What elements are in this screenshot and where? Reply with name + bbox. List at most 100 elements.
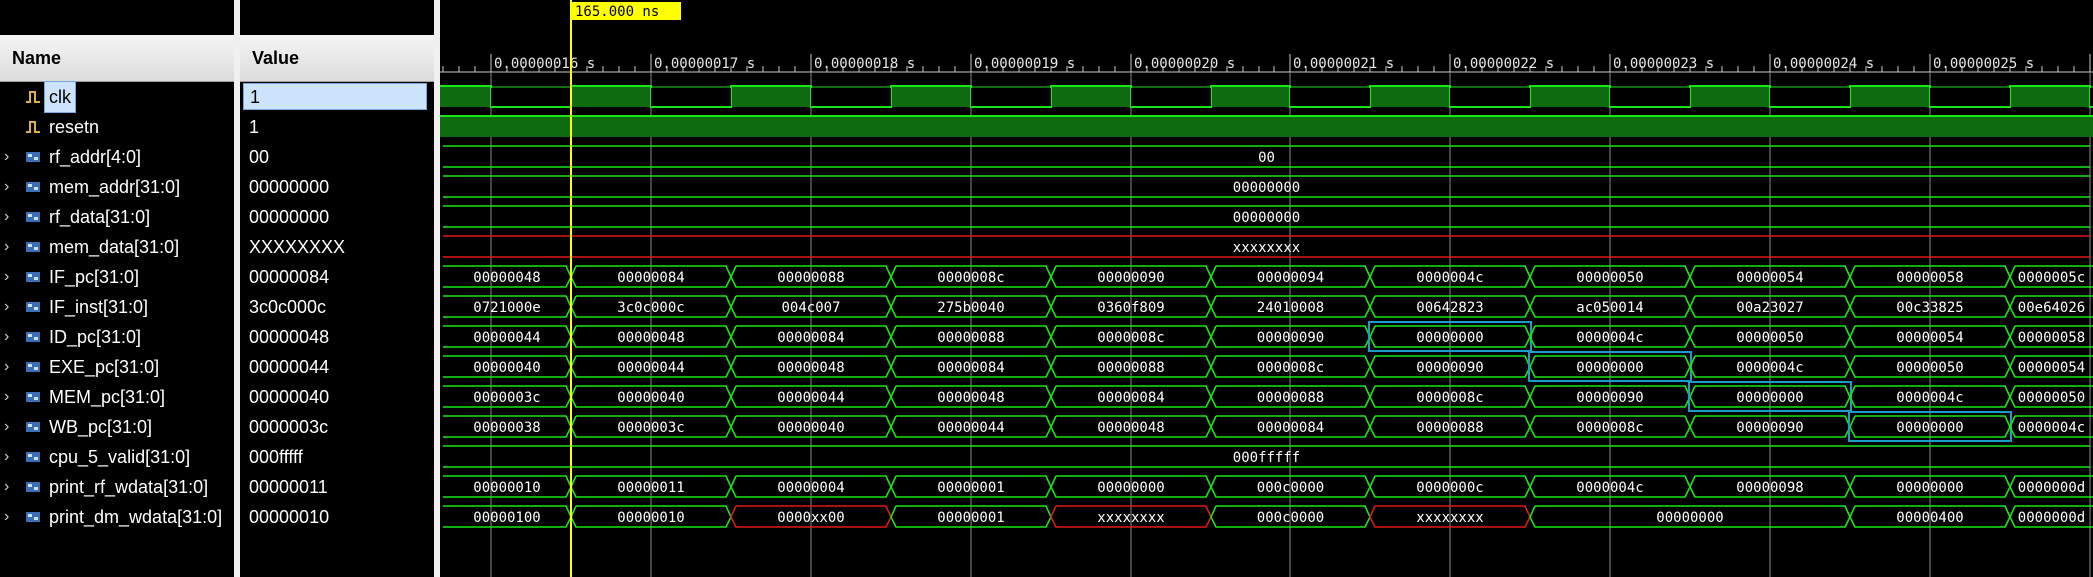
bus-value-label: xxxxxxxx: [1416, 510, 1483, 526]
bus-value-label: 00000048: [617, 330, 684, 346]
value-column-header[interactable]: Value: [240, 35, 434, 82]
signal-trace[interactable]: 00000000: [443, 205, 2090, 228]
bus-value-label: 000c0000: [1257, 480, 1324, 496]
signal-name: resetn: [49, 117, 100, 137]
expand-chevron-icon[interactable]: ›: [4, 262, 16, 292]
expand-chevron-icon[interactable]: ›: [4, 502, 16, 532]
bus-value-label: 00000000: [1416, 330, 1483, 346]
bus-value-label: 0000004c: [2018, 420, 2085, 436]
bus-value-label: 0000008c: [1576, 420, 1643, 436]
signal-trace[interactable]: 00000100 00000010 0000xx00 00000001 xxxxxxxx…: [443, 505, 2093, 528]
bus-value-label: 3c0c000c: [617, 300, 684, 316]
signal-row[interactable]: › print_dm_wdata[31:0]: [0, 502, 234, 532]
signal-trace[interactable]: 0000003c 00000040 00000044 00000048 00000084…: [443, 381, 2093, 412]
bus-value-label: 0360f809: [1097, 300, 1164, 316]
bus-value-label: 0000000d: [2018, 480, 2085, 496]
signal-row[interactable]: › IF_inst[31:0]: [0, 292, 234, 322]
expand-chevron-icon[interactable]: ›: [4, 172, 16, 202]
expand-chevron-icon[interactable]: ›: [4, 412, 16, 442]
signal-name: mem_data[31:0]: [49, 237, 180, 257]
bus-value-label: 0000004c: [1576, 330, 1643, 346]
bus-value-label: 004c007: [781, 300, 840, 316]
bus-value-label: 0000xx00: [777, 510, 844, 526]
bus-value-label: xxxxxxxx: [1097, 510, 1164, 526]
signal-name: IF_inst[31:0]: [49, 297, 149, 317]
signal-row[interactable]: › cpu_5_valid[31:0]: [0, 442, 234, 472]
signal-trace[interactable]: 00000038 0000003c 00000040 00000044 00000048…: [443, 411, 2093, 442]
expand-chevron-icon[interactable]: ›: [4, 382, 16, 412]
expand-chevron-icon[interactable]: ›: [4, 292, 16, 322]
signal-icon: [26, 121, 40, 133]
signal-trace[interactable]: [440, 85, 2093, 108]
signal-row[interactable]: resetn: [0, 112, 234, 142]
signal-row[interactable]: › rf_addr[4:0]: [0, 142, 234, 172]
bus-value-label: 00000084: [1097, 390, 1164, 406]
bus-value-label: 00000088: [937, 330, 1004, 346]
signal-row[interactable]: clk: [0, 81, 234, 113]
signal-trace[interactable]: 00000040 00000044 00000048 00000084 00000088…: [443, 351, 2093, 382]
bus-value-label: ac050014: [1576, 300, 1643, 316]
signal-trace[interactable]: 0721000e 3c0c000c 004c007 275b0040 0360f809 2…: [443, 295, 2093, 318]
signal-trace[interactable]: 00000000: [443, 175, 2090, 198]
bus-value-label: 00000090: [1097, 270, 1164, 286]
signal-trace[interactable]: 00000048 00000084 00000088 0000008c 00000090…: [443, 265, 2093, 288]
bus-value-label: 00000088: [1257, 390, 1324, 406]
expand-chevron-icon[interactable]: ›: [4, 142, 16, 172]
signal-name: clk: [44, 81, 76, 113]
bus-value-label: 00000084: [777, 330, 844, 346]
expand-chevron-icon[interactable]: ›: [4, 232, 16, 262]
bus-value-label: 00000038: [473, 420, 540, 436]
signal-value[interactable]: 1: [243, 83, 427, 110]
clock-low-period: [1290, 88, 1370, 107]
signal-row[interactable]: › print_rf_wdata[31:0]: [0, 472, 234, 502]
signal-trace[interactable]: 00000010 00000011 00000004 00000001 00000000…: [443, 475, 2093, 498]
expand-chevron-icon[interactable]: ›: [4, 322, 16, 352]
expand-chevron-icon[interactable]: ›: [4, 442, 16, 472]
high-fill: [440, 116, 2093, 137]
expand-chevron-icon[interactable]: ›: [4, 352, 16, 382]
bus-value-label: 00000094: [1257, 270, 1324, 286]
signal-value: 0000003c: [249, 417, 329, 437]
bus-value-label: 00000044: [777, 390, 844, 406]
bus-value-label: 000fffff: [1233, 450, 1300, 466]
signal-row[interactable]: › mem_data[31:0]: [0, 232, 234, 262]
signal-row[interactable]: › WB_pc[31:0]: [0, 412, 234, 442]
signal-trace[interactable]: [440, 115, 2093, 137]
ruler-tick-label: 0.00000017 s: [654, 56, 755, 72]
bus-value-label: 00000054: [1736, 270, 1803, 286]
bus-value-label: 0000004c: [1736, 360, 1803, 376]
signal-trace[interactable]: 00: [443, 145, 2090, 168]
bus-value-label: 00000044: [473, 330, 540, 346]
bus-value-label: 00000048: [777, 360, 844, 376]
bus-value-label: 0000005c: [2018, 270, 2085, 286]
expand-chevron-icon[interactable]: ›: [4, 202, 16, 232]
waveform-canvas[interactable]: 0.00000016 s 0.00000017 s 0.00000018 s 0.00…: [440, 0, 2093, 577]
bus-value-label: 0000000d: [2018, 510, 2085, 526]
bus-icon: [26, 452, 40, 462]
clock-low-period: [1450, 88, 1530, 107]
bus-value-label: 0000008c: [1257, 360, 1324, 376]
name-column-header[interactable]: Name: [0, 35, 234, 82]
signal-row[interactable]: › mem_addr[31:0]: [0, 172, 234, 202]
bus-icon: [26, 422, 40, 432]
signal-name: MEM_pc[31:0]: [49, 387, 166, 407]
bus-value-label: 00c33825: [1896, 300, 1963, 316]
signal-name: WB_pc[31:0]: [49, 417, 153, 437]
signal-row[interactable]: › rf_data[31:0]: [0, 202, 234, 232]
clock-low-period: [971, 88, 1051, 107]
signal-row[interactable]: › ID_pc[31:0]: [0, 322, 234, 352]
expand-chevron-icon[interactable]: ›: [4, 472, 16, 502]
bus-value-label: 00000098: [1736, 480, 1803, 496]
signal-row[interactable]: › EXE_pc[31:0]: [0, 352, 234, 382]
waveform-traces: 000000000000000000xxxxxxxx00000048 000000…: [440, 85, 2093, 528]
signal-trace[interactable]: 00000044 00000048 00000084 00000088 0000008c…: [443, 321, 2093, 352]
bus-value-label: 00000050: [1736, 330, 1803, 346]
bus-value-label: 00000010: [473, 480, 540, 496]
signal-name: EXE_pc[31:0]: [49, 357, 160, 377]
signal-row[interactable]: › MEM_pc[31:0]: [0, 382, 234, 412]
signal-trace[interactable]: xxxxxxxx: [443, 235, 2090, 258]
signal-value: 000fffff: [249, 447, 303, 467]
signal-trace[interactable]: 000fffff: [443, 445, 2090, 468]
bus-value-label: 0000004c: [1576, 480, 1643, 496]
signal-row[interactable]: › IF_pc[31:0]: [0, 262, 234, 292]
